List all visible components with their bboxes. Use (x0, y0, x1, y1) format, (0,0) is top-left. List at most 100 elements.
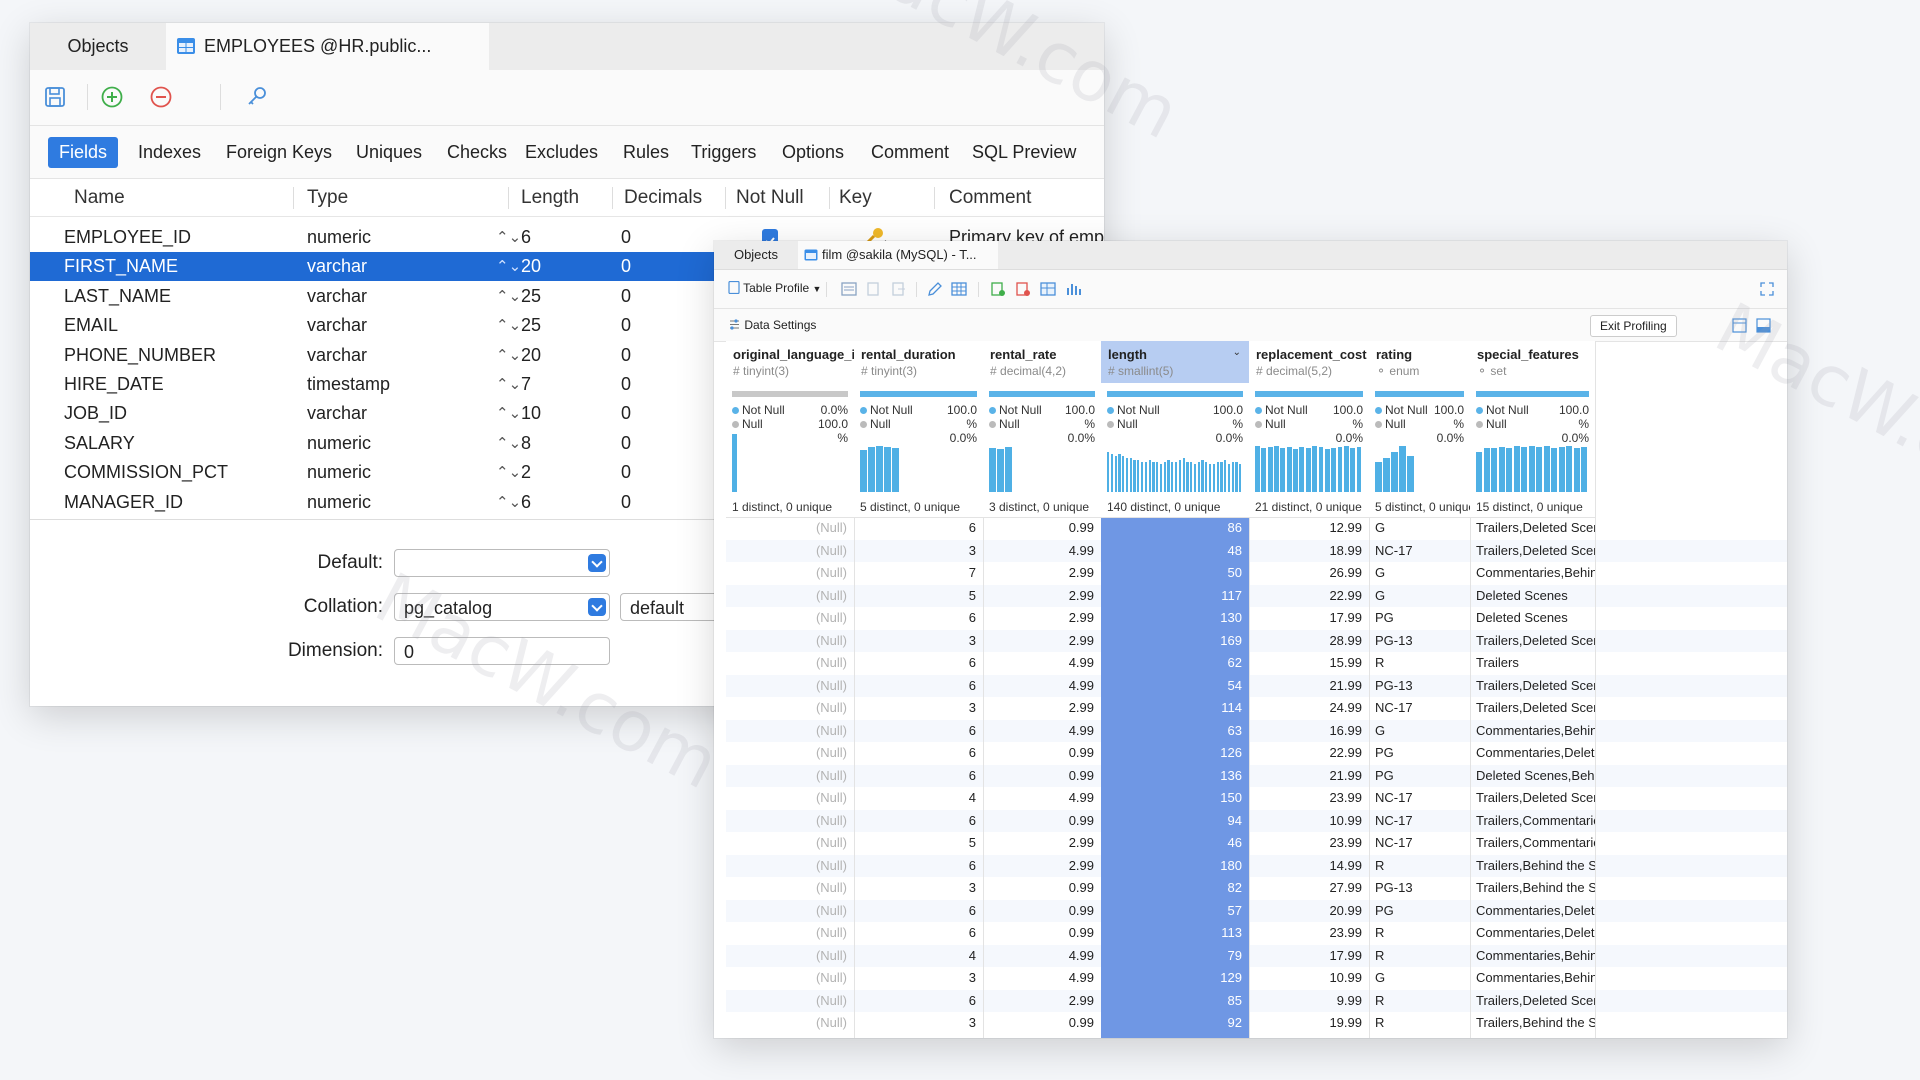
add-field-button[interactable] (97, 82, 127, 112)
data-cell[interactable]: Trailers,Deleted Scenes (1470, 697, 1595, 720)
data-cell[interactable]: 26.99 (1249, 562, 1369, 585)
profile-column-special-features[interactable]: special_features ⚬ set Not Null Null 100… (1470, 341, 1596, 1038)
profile-column-original-language-id[interactable]: original_language_id # tinyint(3) Not Nu… (726, 341, 855, 1038)
fullscreen-icon[interactable] (1758, 280, 1776, 298)
data-cell[interactable]: Trailers,Deleted Scenes (1470, 540, 1595, 563)
profile-column-replacement-cost[interactable]: replacement_cost # decimal(5,2) Not Null… (1249, 341, 1370, 1038)
data-cell[interactable]: 3 (854, 540, 983, 563)
subtab-comment[interactable]: Comment (860, 137, 960, 168)
data-cell[interactable]: (Null) (726, 607, 854, 630)
data-cell[interactable]: 4.99 (983, 652, 1101, 675)
data-cell[interactable]: 22.99 (1249, 742, 1369, 765)
subtab-foreign-keys[interactable]: Foreign Keys (215, 137, 343, 168)
data-cell[interactable]: (Null) (726, 1012, 854, 1035)
data-cell[interactable]: NC-17 (1369, 787, 1470, 810)
data-cell[interactable]: 136 (1101, 765, 1249, 788)
data-cell[interactable]: 6 (854, 990, 983, 1013)
data-cell[interactable]: G (1369, 517, 1470, 540)
type-stepper-icon[interactable]: ⌃⌄ (496, 223, 521, 252)
data-cell[interactable]: 28.99 (1249, 630, 1369, 653)
data-cell[interactable]: PG (1369, 765, 1470, 788)
subtab-sql-preview[interactable]: SQL Preview (961, 137, 1087, 168)
data-cell[interactable]: 114 (1101, 697, 1249, 720)
data-cell[interactable]: NC-17 (1369, 540, 1470, 563)
save-button[interactable] (40, 82, 70, 112)
data-cell[interactable]: 94 (1101, 810, 1249, 833)
data-cell[interactable]: 16.99 (1249, 720, 1369, 743)
data-cell[interactable]: 15.99 (1249, 652, 1369, 675)
data-cell[interactable]: R (1369, 1012, 1470, 1035)
data-cell[interactable]: (Null) (726, 540, 854, 563)
header-type[interactable]: Type (307, 179, 348, 216)
data-cell[interactable]: (Null) (726, 855, 854, 878)
data-cell[interactable]: 2.99 (983, 855, 1101, 878)
data-cell[interactable]: 129 (1101, 967, 1249, 990)
chevron-down-icon[interactable]: ⌄ (1233, 347, 1241, 358)
data-cell[interactable]: 46 (1101, 832, 1249, 855)
export-icon[interactable] (890, 280, 908, 298)
data-cell[interactable]: Deleted Scenes (1470, 585, 1595, 608)
subtab-checks[interactable]: Checks (436, 137, 518, 168)
data-cell[interactable]: 0.99 (983, 900, 1101, 923)
type-stepper-icon[interactable]: ⌃⌄ (496, 341, 521, 370)
data-cell[interactable]: 19.99 (1249, 1012, 1369, 1035)
subtab-triggers[interactable]: Triggers (680, 137, 767, 168)
data-cell[interactable]: R (1369, 990, 1470, 1013)
type-stepper-icon[interactable]: ⌃⌄ (496, 282, 521, 311)
data-cell[interactable]: 17.99 (1249, 945, 1369, 968)
copy-icon[interactable] (865, 280, 883, 298)
data-cell[interactable]: 63 (1101, 720, 1249, 743)
data-cell[interactable]: NC-17 (1369, 832, 1470, 855)
data-cell[interactable]: (Null) (726, 967, 854, 990)
data-cell[interactable]: 6 (854, 742, 983, 765)
panel-bottom-icon[interactable] (1756, 318, 1771, 333)
data-cell[interactable]: 5 (854, 585, 983, 608)
data-cell[interactable]: 113 (1101, 922, 1249, 945)
data-cell[interactable]: PG (1369, 607, 1470, 630)
data-cell[interactable]: Trailers,Behind the Scen (1470, 877, 1595, 900)
data-cell[interactable]: Trailers,Deleted Scenes (1470, 990, 1595, 1013)
type-stepper-icon[interactable]: ⌃⌄ (496, 399, 521, 428)
column-header[interactable]: rating ⚬ enum (1369, 341, 1470, 384)
subtab-indexes[interactable]: Indexes (127, 137, 212, 168)
delete-field-button[interactable] (146, 82, 176, 112)
data-cell[interactable]: 62 (1101, 652, 1249, 675)
data-cell[interactable]: 2.99 (983, 832, 1101, 855)
data-cell[interactable]: 6 (854, 810, 983, 833)
data-cell[interactable]: 150 (1101, 787, 1249, 810)
data-cell[interactable]: 0.99 (983, 877, 1101, 900)
data-cell[interactable]: Trailers (1470, 652, 1595, 675)
tab-film[interactable]: film @sakila (MySQL) - T... (798, 241, 998, 269)
data-cell[interactable]: G (1369, 967, 1470, 990)
data-cell[interactable]: 4 (854, 787, 983, 810)
subtab-uniques[interactable]: Uniques (345, 137, 433, 168)
data-cell[interactable]: 6 (854, 652, 983, 675)
data-cell[interactable]: 169 (1101, 630, 1249, 653)
data-cell[interactable]: (Null) (726, 697, 854, 720)
data-cell[interactable]: 2.99 (983, 990, 1101, 1013)
data-cell[interactable]: 6 (854, 900, 983, 923)
data-cell[interactable]: 82 (1101, 877, 1249, 900)
subtab-fields[interactable]: Fields (48, 137, 119, 168)
data-cell[interactable]: Trailers,Deleted Scenes (1470, 630, 1595, 653)
header-key[interactable]: Key (839, 179, 872, 216)
data-cell[interactable]: 2.99 (983, 607, 1101, 630)
data-cell[interactable]: 17.99 (1249, 607, 1369, 630)
data-cell[interactable]: 10.99 (1249, 810, 1369, 833)
tab-objects[interactable]: Objects (30, 23, 166, 70)
profile-column-length[interactable]: length # smallint(5) ⌄ Not Null Null 100… (1101, 341, 1250, 1038)
data-cell[interactable]: (Null) (726, 742, 854, 765)
tab-objects[interactable]: Objects (714, 241, 798, 269)
primary-key-button[interactable] (242, 82, 272, 112)
data-cell[interactable]: 6 (854, 720, 983, 743)
header-name[interactable]: Name (74, 179, 125, 216)
data-cell[interactable]: 79 (1101, 945, 1249, 968)
data-settings-button[interactable]: Data Settings (728, 318, 816, 332)
type-stepper-icon[interactable]: ⌃⌄ (496, 488, 521, 517)
data-cell[interactable]: 117 (1101, 585, 1249, 608)
data-cell[interactable]: 4.99 (983, 720, 1101, 743)
data-cell[interactable]: 92 (1101, 1012, 1249, 1035)
data-cell[interactable]: 6 (854, 607, 983, 630)
data-cell[interactable]: Trailers,Commentaries (1470, 832, 1595, 855)
data-cell[interactable]: 3 (854, 697, 983, 720)
